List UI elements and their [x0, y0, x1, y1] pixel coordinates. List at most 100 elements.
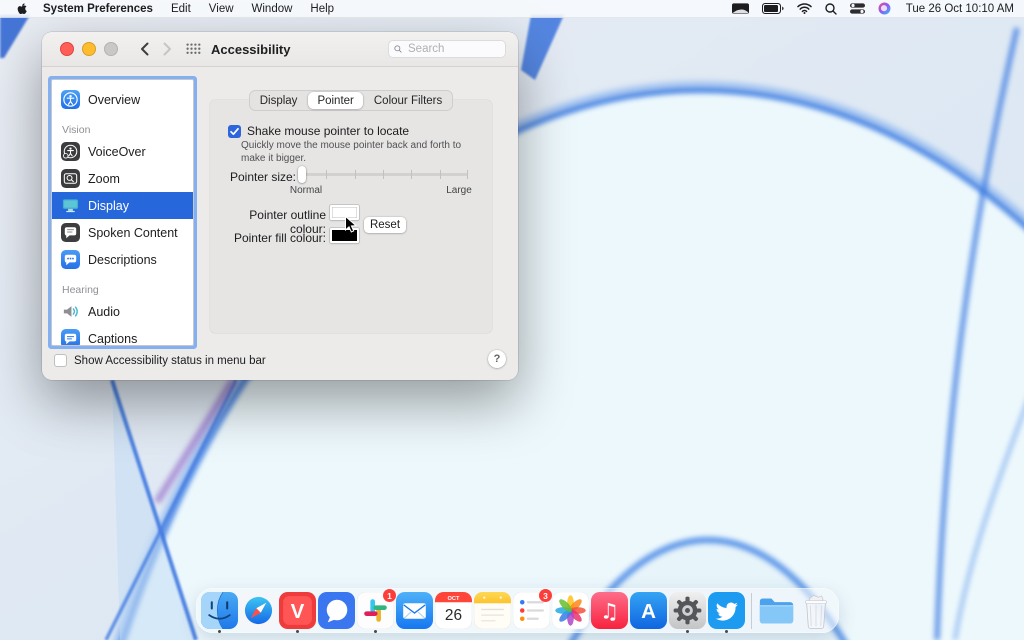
- chevron-right-icon: [163, 42, 172, 56]
- pointer-size-max-label: Large: [434, 185, 484, 196]
- running-indicator: [218, 630, 221, 633]
- dock-separator: [751, 593, 752, 629]
- pointer-size-slider[interactable]: [298, 166, 468, 183]
- battery-icon[interactable]: [762, 3, 784, 14]
- window-titlebar[interactable]: Accessibility: [42, 32, 518, 67]
- svg-text:♫: ♫: [600, 600, 619, 625]
- svg-text:26: 26: [445, 607, 462, 624]
- dock-item-music[interactable]: ♫: [590, 591, 629, 630]
- notes-icon: [474, 592, 511, 629]
- dock-item-notes[interactable]: [473, 591, 512, 630]
- app-store-icon: A: [630, 592, 667, 629]
- dock-item-finder[interactable]: [200, 591, 239, 630]
- minimize-button[interactable]: [82, 42, 96, 56]
- pointer-fill-colour-label: Pointer fill colour:: [210, 231, 326, 245]
- menu-window[interactable]: Window: [252, 3, 293, 15]
- close-button[interactable]: [60, 42, 74, 56]
- zoom-icon: [61, 169, 80, 188]
- help-button[interactable]: ?: [488, 350, 506, 368]
- menu-clock[interactable]: Tue 26 Oct 10:10 AM: [906, 3, 1014, 15]
- running-indicator: [686, 630, 689, 633]
- sidebar: Overview Vision VoiceOver Zoom Display S…: [52, 80, 193, 345]
- menu-edit[interactable]: Edit: [171, 3, 191, 15]
- audio-icon: [61, 302, 80, 321]
- calendar-icon: OCT 26: [435, 592, 472, 629]
- sidebar-item-overview[interactable]: Overview: [52, 86, 193, 113]
- captions-icon: [61, 329, 80, 345]
- siri-icon[interactable]: [878, 2, 891, 15]
- safari-icon: [240, 592, 277, 629]
- running-indicator: [296, 630, 299, 633]
- search-input[interactable]: [406, 42, 500, 56]
- pointer-size-label: Pointer size:: [218, 170, 296, 184]
- search-field[interactable]: [388, 40, 506, 58]
- sidebar-item-display[interactable]: Display: [52, 192, 193, 219]
- show-status-label: Show Accessibility status in menu bar: [74, 355, 266, 367]
- dock-item-slack[interactable]: 1: [356, 591, 395, 630]
- svg-text:A: A: [641, 600, 656, 623]
- wifi-icon[interactable]: [797, 3, 812, 14]
- mail-icon: [396, 592, 433, 629]
- running-indicator: [374, 630, 377, 633]
- dock-item-twitter[interactable]: [707, 591, 746, 630]
- photos-icon: [552, 592, 589, 629]
- slider-thumb[interactable]: [298, 166, 306, 183]
- mouse-cursor: [344, 215, 358, 239]
- dock: V 1 OCT 26 3 ♫ A: [196, 588, 839, 633]
- sidebar-item-label: Spoken Content: [88, 226, 178, 240]
- sidebar-item-label: Display: [88, 199, 129, 213]
- dock-item-app-store[interactable]: A: [629, 591, 668, 630]
- screen-mirroring-icon[interactable]: [732, 3, 749, 15]
- dock-item-mail[interactable]: [395, 591, 434, 630]
- tab-display[interactable]: Display: [250, 91, 308, 110]
- svg-text:OCT: OCT: [448, 596, 460, 602]
- dock-item-signal[interactable]: [317, 591, 356, 630]
- shake-pointer-label: Shake mouse pointer to locate: [247, 124, 409, 138]
- sidebar-item-spoken-content[interactable]: Spoken Content: [52, 219, 193, 246]
- twitter-icon: [708, 592, 745, 629]
- sidebar-item-label: Captions: [88, 332, 137, 346]
- sidebar-item-voiceover[interactable]: VoiceOver: [52, 138, 193, 165]
- tab-bar: Display Pointer Colour Filters: [210, 90, 492, 111]
- sidebar-item-descriptions[interactable]: Descriptions: [52, 246, 193, 273]
- search-icon: [394, 44, 402, 54]
- dock-item-safari[interactable]: [239, 591, 278, 630]
- menu-view[interactable]: View: [209, 3, 234, 15]
- apple-menu[interactable]: [16, 2, 29, 16]
- shake-pointer-description: Quickly move the mouse pointer back and …: [241, 139, 473, 165]
- dock-item-downloads-folder[interactable]: [757, 591, 796, 630]
- sidebar-item-audio[interactable]: Audio: [52, 298, 193, 325]
- show-all-preferences-button[interactable]: [186, 43, 201, 55]
- tab-colour-filters[interactable]: Colour Filters: [364, 91, 452, 110]
- dock-item-calendar[interactable]: OCT 26: [434, 591, 473, 630]
- grid-icon: [186, 43, 201, 55]
- dock-item-reminders[interactable]: 3: [512, 591, 551, 630]
- spotlight-icon[interactable]: [825, 3, 837, 15]
- show-status-checkbox[interactable]: [54, 354, 67, 367]
- descriptions-icon: [61, 250, 80, 269]
- window-title: Accessibility: [211, 42, 291, 57]
- reset-button[interactable]: Reset: [364, 217, 406, 233]
- forward-button[interactable]: [163, 42, 172, 56]
- back-button[interactable]: [140, 42, 149, 56]
- voiceover-icon: [61, 142, 80, 161]
- sidebar-item-captions[interactable]: Captions: [52, 325, 193, 345]
- shake-pointer-checkbox[interactable]: [228, 125, 241, 138]
- sidebar-item-label: VoiceOver: [88, 145, 146, 159]
- sidebar-section-hearing: Hearing: [62, 284, 193, 296]
- dock-item-vivaldi[interactable]: V: [278, 591, 317, 630]
- finder-icon: [201, 592, 238, 629]
- system-preferences-window: Accessibility Overview Vision VoiceOver …: [42, 32, 518, 380]
- sidebar-item-label: Descriptions: [88, 253, 157, 267]
- tab-pointer[interactable]: Pointer: [308, 92, 362, 109]
- spoken-content-icon: [61, 223, 80, 242]
- menu-help[interactable]: Help: [310, 3, 334, 15]
- control-centre-icon[interactable]: [850, 3, 865, 14]
- dock-item-trash[interactable]: [796, 591, 835, 630]
- pointer-size-min-label: Normal: [281, 185, 331, 196]
- zoom-button[interactable]: [104, 42, 118, 56]
- menu-app-name[interactable]: System Preferences: [43, 3, 153, 15]
- sidebar-item-zoom[interactable]: Zoom: [52, 165, 193, 192]
- dock-item-system-preferences[interactable]: [668, 591, 707, 630]
- dock-item-photos[interactable]: [551, 591, 590, 630]
